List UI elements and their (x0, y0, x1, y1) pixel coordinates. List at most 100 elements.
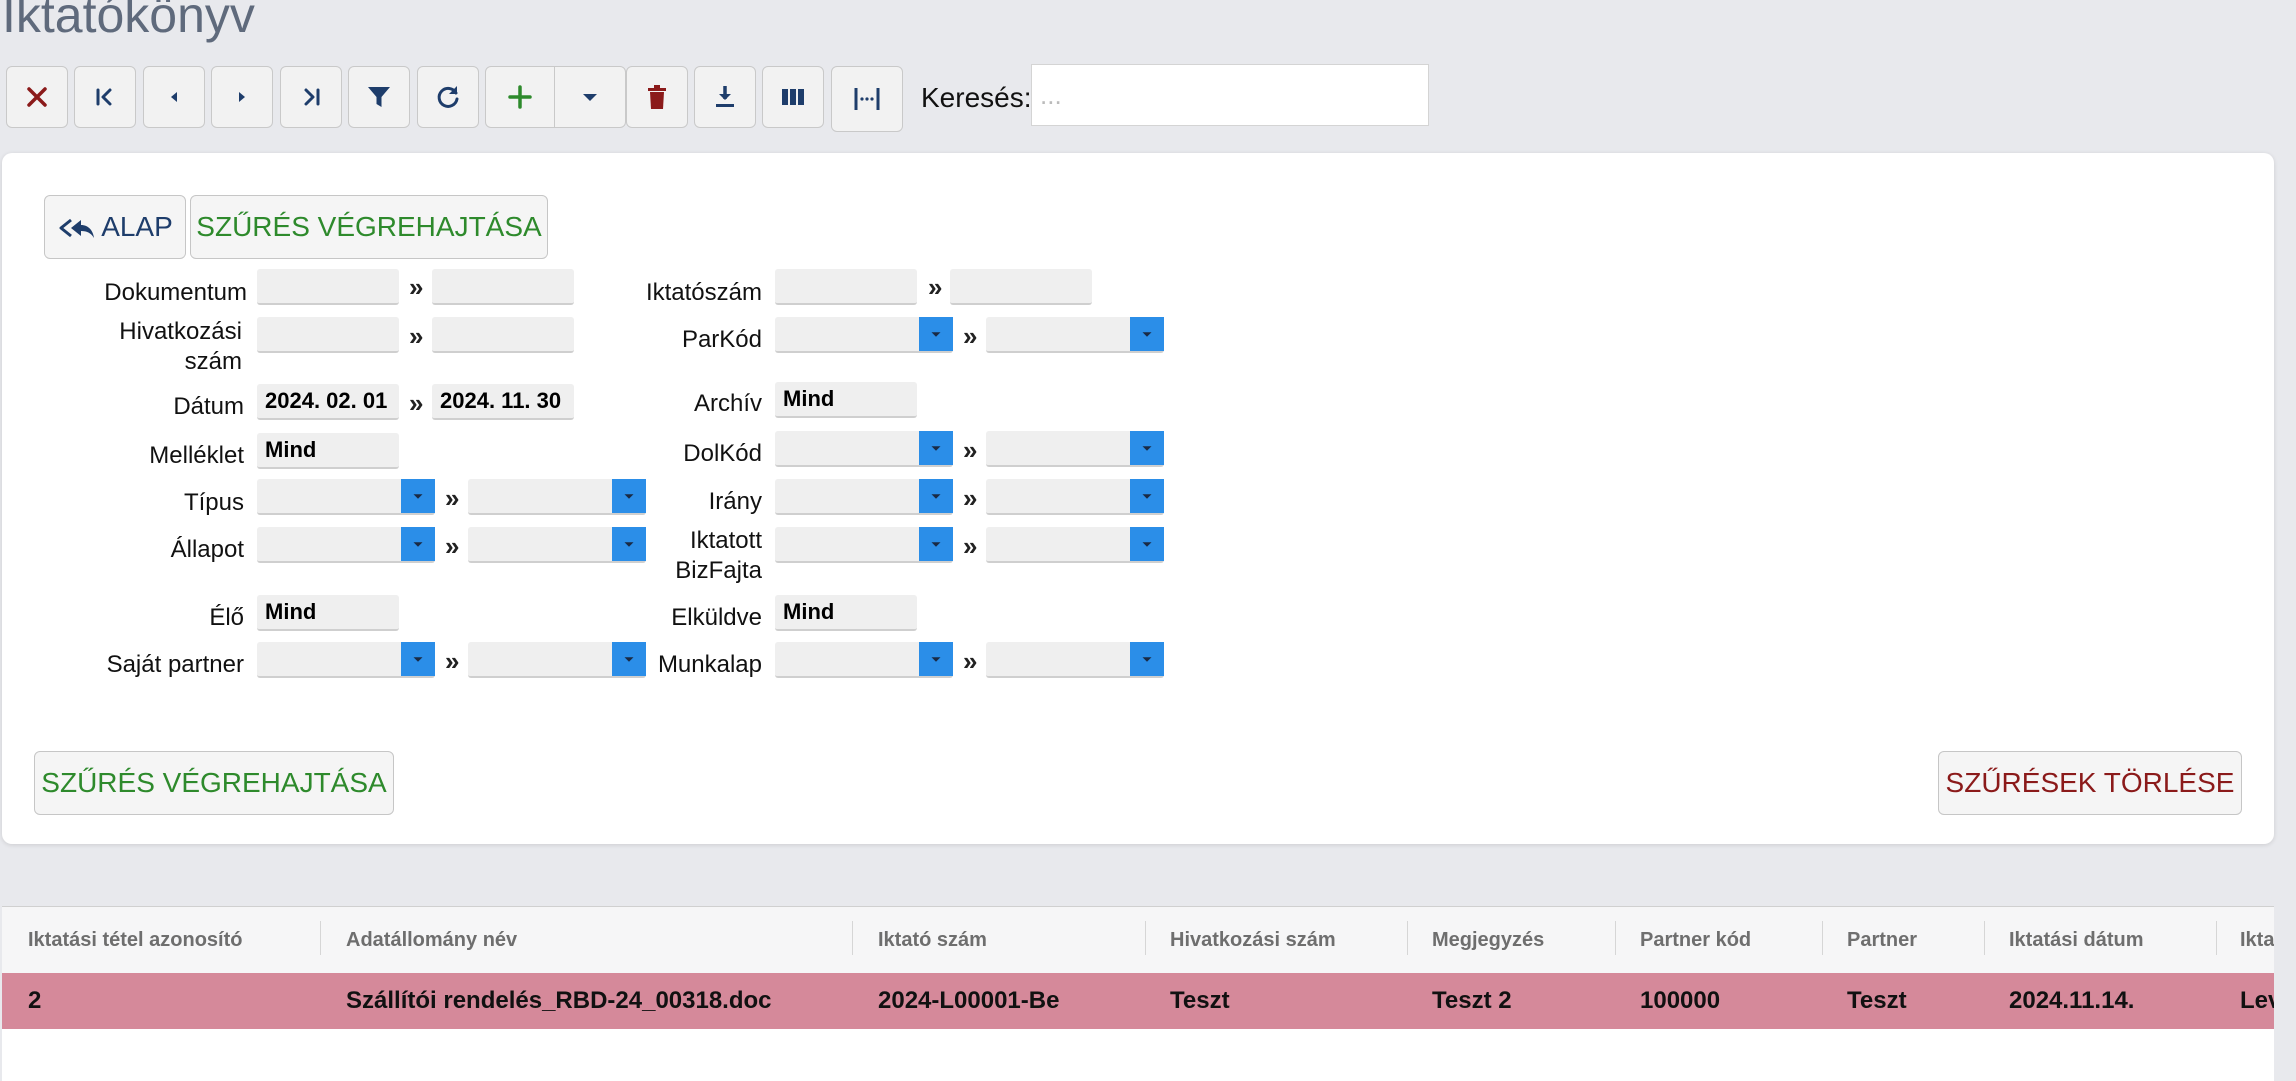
melleklet-select[interactable]: Mind (257, 433, 399, 469)
parkod-from-select[interactable] (775, 317, 953, 353)
column-resize-handle[interactable] (1615, 921, 1616, 955)
previous-record-button[interactable] (143, 66, 205, 128)
munkalap-to-select[interactable] (986, 642, 1164, 678)
column-resize-handle[interactable] (1145, 921, 1146, 955)
range-separator: » (963, 435, 978, 465)
column-resize-handle[interactable] (1984, 921, 1985, 955)
label-allapot: Állapot (170, 536, 244, 563)
parkod-to-select[interactable] (986, 317, 1164, 353)
filter-panel: ALAP SZŰRÉS VÉGREHAJTÁSA Dokumentum Hiva… (2, 153, 2274, 844)
dropdown-arrow-icon (401, 642, 435, 676)
label-dolkod: DolKód (683, 440, 762, 467)
columns-icon (782, 89, 804, 105)
last-record-button[interactable] (280, 66, 342, 128)
label-archiv: Archív (693, 390, 762, 417)
column-header[interactable]: Partner kód (1640, 929, 1751, 952)
column-header[interactable]: Ikta (2240, 929, 2274, 952)
column-header[interactable]: Hivatkozási szám (1170, 929, 1336, 952)
first-page-icon (96, 88, 112, 106)
columns-button[interactable] (762, 66, 824, 128)
dropdown-arrow-icon (919, 431, 953, 465)
refresh-button[interactable] (417, 66, 479, 128)
elkuldve-select[interactable]: Mind (775, 595, 917, 631)
range-separator: » (445, 646, 460, 676)
column-header[interactable]: Iktatási tétel azonosító (28, 929, 243, 952)
label-elkuldve: Elküldve (671, 604, 762, 631)
column-width-button[interactable] (831, 66, 903, 132)
irany-to-select[interactable] (986, 479, 1164, 515)
download-button[interactable] (694, 66, 756, 128)
range-separator: » (445, 531, 460, 561)
column-header[interactable]: Iktató szám (878, 929, 987, 952)
label-tipus: Típus (183, 489, 244, 516)
dokumentum-to-input[interactable] (432, 269, 574, 305)
column-header[interactable]: Megjegyzés (1432, 929, 1544, 952)
label-hivatkozasi-szam: Hivatkozási szám (119, 318, 242, 375)
clear-filters-button[interactable]: SZŰRÉSEK TÖRLÉSE (1938, 751, 2242, 815)
search-input[interactable] (1031, 64, 1429, 126)
dropdown-arrow-icon (1130, 527, 1164, 561)
iktatott-bizfajta-from-select[interactable] (775, 527, 953, 563)
range-separator: » (963, 483, 978, 513)
range-separator: » (963, 646, 978, 676)
column-resize-handle[interactable] (852, 921, 853, 955)
reply-all-icon (59, 218, 95, 238)
funnel-icon (368, 87, 390, 107)
column-resize-handle[interactable] (1407, 921, 1408, 955)
range-separator: » (445, 483, 460, 513)
column-resize-handle[interactable] (1822, 921, 1823, 955)
hivatkozasi-szam-to-input[interactable] (432, 317, 574, 353)
dokumentum-from-input[interactable] (257, 269, 399, 305)
table-cell: Lev (2240, 987, 2274, 1014)
dropdown-arrow-icon (1130, 317, 1164, 351)
column-header[interactable]: Partner (1847, 929, 1917, 952)
reset-filter-label: ALAP (101, 211, 173, 242)
dropdown-arrow-icon (919, 479, 953, 513)
iktatoszam-from-input[interactable] (775, 269, 917, 305)
iktatott-bizfajta-to-select[interactable] (986, 527, 1164, 563)
dolkod-from-select[interactable] (775, 431, 953, 467)
dropdown-arrow-icon (1130, 642, 1164, 676)
munkalap-from-select[interactable] (775, 642, 953, 678)
dolkod-to-select[interactable] (986, 431, 1164, 467)
next-record-button[interactable] (211, 66, 273, 128)
column-width-icon (854, 88, 880, 110)
datum-to-input[interactable]: 2024. 11. 30 (432, 384, 574, 420)
iktatoszam-to-input[interactable] (950, 269, 1092, 305)
column-resize-handle[interactable] (320, 921, 321, 955)
table-cell: Teszt 2 (1432, 987, 1512, 1014)
add-dropdown-button[interactable] (554, 66, 626, 128)
add-button[interactable] (485, 66, 555, 128)
caret-down-icon (583, 94, 597, 101)
table-cell: Teszt (1847, 987, 1907, 1014)
range-separator: » (928, 272, 943, 302)
archiv-select[interactable]: Mind (775, 382, 917, 418)
column-resize-handle[interactable] (2216, 921, 2217, 955)
filter-button[interactable] (348, 66, 410, 128)
dropdown-arrow-icon (401, 479, 435, 513)
apply-filter-button-bottom[interactable]: SZŰRÉS VÉGREHAJTÁSA (34, 751, 394, 815)
label-parkod: ParKód (681, 326, 762, 353)
close-button[interactable] (6, 66, 68, 128)
table-cell: 2024.11.14. (2009, 987, 2135, 1014)
datum-from-input[interactable]: 2024. 02. 01 (257, 384, 399, 420)
allapot-from-select[interactable] (257, 527, 435, 563)
range-separator: » (963, 531, 978, 561)
download-icon (716, 86, 734, 107)
label-irany: Irány (708, 488, 762, 515)
range-separator: » (409, 272, 424, 302)
grid-header: Iktatási tétel azonosító Adatállomány né… (2, 907, 2274, 974)
column-header[interactable]: Adatállomány név (346, 929, 517, 952)
table-row[interactable]: 2 Szállítói rendelés_RBD-24_00318.doc 20… (2, 973, 2274, 1029)
tipus-from-select[interactable] (257, 479, 435, 515)
column-header[interactable]: Iktatási dátum (2009, 929, 2143, 952)
apply-filter-button-top[interactable]: SZŰRÉS VÉGREHAJTÁSA (190, 195, 548, 259)
sajat-partner-from-select[interactable] (257, 642, 435, 678)
elo-select[interactable]: Mind (257, 595, 399, 631)
dropdown-arrow-icon (919, 642, 953, 676)
delete-button[interactable] (626, 66, 688, 128)
reset-filter-button[interactable]: ALAP (44, 195, 186, 259)
first-record-button[interactable] (74, 66, 136, 128)
hivatkozasi-szam-from-input[interactable] (257, 317, 399, 353)
irany-from-select[interactable] (775, 479, 953, 515)
